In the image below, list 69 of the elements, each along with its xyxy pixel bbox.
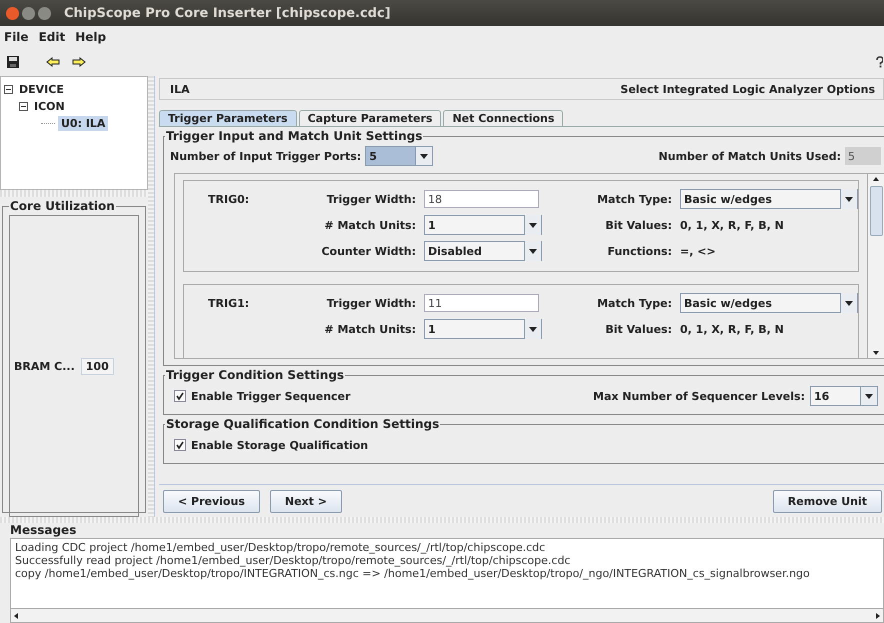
field-label: Max Number of Sequencer Levels: <box>593 390 805 402</box>
collapse-icon[interactable] <box>19 102 28 111</box>
dropdown[interactable]: 1 <box>424 319 542 339</box>
right-arrow-icon[interactable] <box>72 57 86 67</box>
minimize-icon[interactable] <box>22 6 35 20</box>
tab[interactable]: Net Connections <box>443 110 564 126</box>
previous-button[interactable]: < Previous <box>163 490 260 512</box>
save-icon[interactable] <box>6 55 20 69</box>
tree-item[interactable]: ICON <box>31 99 68 114</box>
utilization-label: BRAM C... <box>14 360 75 372</box>
window-title: ChipScope Pro Core Inserter [chipscope.cdc] <box>64 6 391 20</box>
log-line: Loading CDC project /home1/embed_user/Desktop/tropo/remote_sources/_/rtl/top/chipscope.cdc <box>15 541 546 554</box>
scroll-thumb[interactable] <box>870 186 882 236</box>
header-subtitle: Select Integrated Logic Analyzer Options <box>620 82 875 96</box>
field-label: Match Type: <box>596 192 673 206</box>
checkbox[interactable] <box>174 390 186 402</box>
checkbox-label: Enable Storage Qualification <box>191 438 368 452</box>
input-field[interactable]: 18 <box>424 190 539 208</box>
field-value: =, <> <box>680 244 716 258</box>
field-label: Number of Input Trigger Ports: <box>170 150 362 162</box>
checkbox-label: Enable Trigger Sequencer <box>191 390 350 402</box>
field-label: Trigger Width: <box>326 192 417 206</box>
dropdown[interactable]: Basic w/edges <box>680 293 858 313</box>
header-title: ILA <box>170 82 190 96</box>
log-line: Successfully read project /home1/embed_user/Desktop/tropo/remote_sources/_/rtl/top/chipscope.cdc <box>15 554 572 567</box>
messages-title: Messages <box>10 523 78 538</box>
utilization-value: 100 <box>80 358 114 374</box>
field-label: Functions: <box>606 244 673 258</box>
menu-item[interactable]: File <box>4 30 29 44</box>
input-field[interactable]: 11 <box>424 294 539 312</box>
trigger-name: TRIG0: <box>208 192 250 206</box>
ports-dropdown[interactable]: 5 <box>365 146 434 166</box>
field-label: Counter Width: <box>320 244 417 258</box>
horizontal-scrollbar[interactable] <box>10 609 884 623</box>
close-icon[interactable] <box>6 6 19 20</box>
field-value: 0, 1, X, R, F, B, N <box>680 218 784 232</box>
collapse-icon[interactable] <box>4 85 13 94</box>
log-line: copy /home1/embed_user/Desktop/tropo/INTEGRATION_cs.ngc => /home1/embed_user/Desktop/tropo/_ngo/INTEGRATION_cs_signalbrowser.ngo <box>15 567 811 580</box>
field-label: Number of Match Units Used: <box>658 150 841 162</box>
group-title: Storage Qualification Condition Settings <box>165 417 440 431</box>
field-label: Bit Values: <box>604 322 673 336</box>
field-label: Bit Values: <box>604 218 673 232</box>
group-title: Trigger Condition Settings <box>165 368 346 382</box>
tree-item[interactable]: DEVICE <box>16 82 67 97</box>
field-label: # Match Units: <box>323 322 417 336</box>
vertical-scrollbar[interactable] <box>867 174 884 358</box>
tab[interactable]: Capture Parameters <box>298 110 442 126</box>
menu-item[interactable]: Help <box>75 30 106 44</box>
help-icon[interactable] <box>876 56 883 68</box>
trigger-name: TRIG1: <box>208 296 250 310</box>
field-label: Match Type: <box>596 296 673 310</box>
tab[interactable]: Trigger Parameters <box>159 110 297 126</box>
field-label: Trigger Width: <box>326 296 417 310</box>
tree-item[interactable]: U0: ILA <box>58 116 108 131</box>
checkbox[interactable] <box>174 439 186 451</box>
menu-item[interactable]: Edit <box>38 30 66 44</box>
dropdown[interactable]: Basic w/edges <box>680 189 858 209</box>
dropdown[interactable]: Disabled <box>424 241 542 261</box>
remove-unit-button[interactable]: Remove Unit <box>772 490 882 512</box>
maximize-icon[interactable] <box>38 6 51 20</box>
next-button[interactable]: Next > <box>270 490 342 512</box>
field-label: # Match Units: <box>323 218 417 232</box>
left-arrow-icon[interactable] <box>46 57 60 67</box>
match-units-field: 5 <box>845 147 881 165</box>
group-title: Core Utilization <box>9 199 116 213</box>
group-title: Trigger Input and Match Unit Settings <box>165 129 424 143</box>
field-value: 0, 1, X, R, F, B, N <box>680 322 784 336</box>
levels-dropdown[interactable]: 16 <box>810 386 878 406</box>
dropdown[interactable]: 1 <box>424 215 542 235</box>
